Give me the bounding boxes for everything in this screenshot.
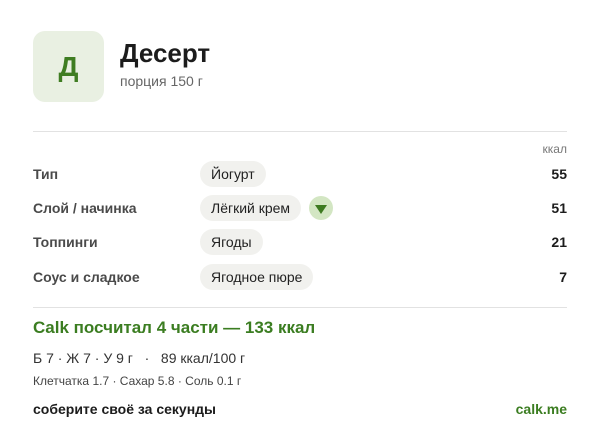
layer-chip[interactable]: Лёгкий крем <box>200 195 302 221</box>
row-kcal: 7 <box>559 269 567 285</box>
avatar: Д <box>33 31 104 102</box>
header-titles: Десерт порция 150 г <box>120 38 210 89</box>
kcal-column-header: ккал <box>542 142 567 156</box>
summary-headline: Calk посчитал 4 части — 133 ккал <box>33 318 316 337</box>
header: Д Десерт порция 150 г <box>33 31 210 102</box>
sauce-chip[interactable]: Ягодное пюре <box>200 264 314 290</box>
footer-tagline: соберите своё за секунды <box>33 401 217 417</box>
chevron-down-icon <box>315 204 328 214</box>
row-label: Соус и сладкое <box>33 269 140 285</box>
table-row-type: Тип Йогурт 55 <box>33 161 567 187</box>
toppings-chip[interactable]: Ягоды <box>200 229 263 255</box>
row-kcal: 21 <box>551 234 567 250</box>
type-chip[interactable]: Йогурт <box>200 161 266 187</box>
extras-line: Клетчатка 1.7 · Сахар 5.8 · Соль 0.1 г <box>33 374 242 388</box>
avatar-letter: Д <box>58 50 79 82</box>
row-kcal: 55 <box>551 166 567 182</box>
layer-dropdown-button[interactable] <box>309 196 334 220</box>
macros-line: Б 7 · Ж 7 · У 9 г · 89 ккал/100 г <box>33 350 246 366</box>
row-label: Слой / начинка <box>33 200 137 216</box>
calk-link[interactable]: calk.me <box>516 401 567 417</box>
table-row-sauce: Соус и сладкое Ягодное пюре 7 <box>33 264 567 290</box>
portion-subtitle: порция 150 г <box>120 73 203 89</box>
row-label: Тип <box>33 166 59 182</box>
table-row-toppings: Топпинги Ягоды 21 <box>33 229 567 255</box>
page-title: Десерт <box>120 38 211 68</box>
table-row-layer: Слой / начинка Лёгкий крем 51 <box>33 195 567 221</box>
top-divider <box>33 131 567 132</box>
row-label: Топпинги <box>33 234 98 250</box>
bottom-divider <box>33 307 567 308</box>
row-kcal: 51 <box>551 200 567 216</box>
